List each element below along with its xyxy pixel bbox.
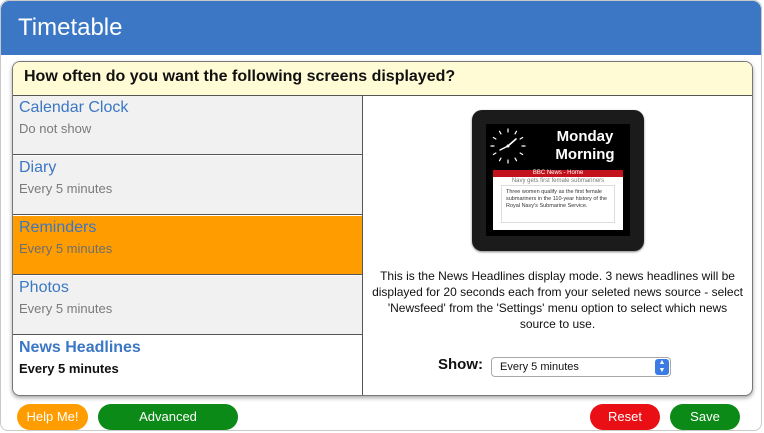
list-item-reminders[interactable]: Reminders Every 5 minutes — [13, 216, 362, 275]
tablet-screen: Monday Morning BBC News - Home Navy gets… — [486, 124, 630, 236]
title-bar: Timetable — [1, 1, 761, 55]
list-item-frequency: Do not show — [19, 121, 92, 136]
show-label: Show: — [438, 356, 483, 373]
list-item-name: Photos — [19, 279, 69, 296]
mode-description: This is the News Headlines display mode.… — [372, 269, 743, 331]
help-button[interactable]: Help Me! — [17, 404, 88, 430]
list-item-name: News Headlines — [19, 339, 141, 356]
save-button[interactable]: Save — [670, 404, 740, 430]
preview-pane: Monday Morning BBC News - Home Navy gets… — [363, 96, 752, 395]
list-item-name: Diary — [19, 159, 57, 176]
news-title: Navy gets first female submariners — [511, 178, 605, 184]
analog-clock-icon — [490, 128, 526, 164]
list-item-news-headlines[interactable]: News Headlines Every 5 minutes — [13, 336, 362, 395]
window-title: Timetable — [18, 14, 123, 41]
list-item-frequency: Every 5 minutes — [19, 241, 113, 256]
day-line-2: Morning — [555, 146, 615, 163]
timetable-window: Timetable How often do you want the foll… — [0, 0, 762, 431]
list-item-name: Reminders — [19, 219, 97, 236]
list-item-diary[interactable]: Diary Every 5 minutes — [13, 156, 362, 215]
chevron-up-down-icon: ▲ ▼ — [655, 359, 669, 375]
tablet-preview-image: Monday Morning BBC News - Home Navy gets… — [472, 110, 644, 251]
list-item-frequency: Every 5 minutes — [19, 181, 113, 196]
list-item-calendar-clock[interactable]: Calendar Clock Do not show — [13, 96, 362, 155]
news-source-header: BBC News - Home — [493, 170, 623, 177]
reset-button[interactable]: Reset — [590, 404, 660, 430]
advanced-button[interactable]: Advanced — [98, 404, 238, 430]
screen-list: Calendar Clock Do not show Diary Every 5… — [13, 96, 363, 395]
timetable-panel: How often do you want the following scre… — [12, 61, 753, 396]
list-item-frequency: Every 5 minutes — [19, 301, 113, 316]
list-item-name: Calendar Clock — [19, 99, 129, 116]
list-item-frequency: Every 5 minutes — [19, 361, 119, 376]
day-text: Monday Morning — [540, 128, 630, 164]
show-frequency-value: Every 5 minutes — [500, 361, 579, 373]
news-body: Three women qualify as the first female … — [501, 185, 615, 223]
list-item-photos[interactable]: Photos Every 5 minutes — [13, 276, 362, 335]
question-bar: How often do you want the following scre… — [13, 62, 752, 96]
day-line-1: Monday — [556, 128, 614, 145]
question-text: How often do you want the following scre… — [24, 68, 456, 85]
news-card: BBC News - Home Navy gets first female s… — [493, 170, 623, 230]
show-frequency-select[interactable]: Every 5 minutes ▲ ▼ — [491, 357, 671, 377]
